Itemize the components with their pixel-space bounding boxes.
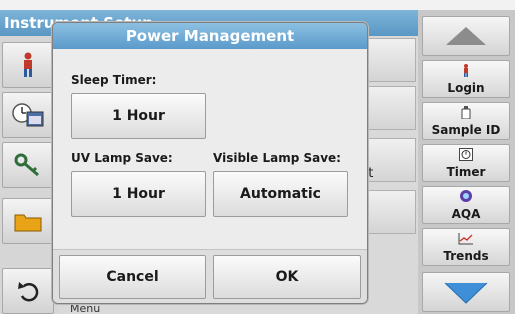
visible-lamp-save-button[interactable]: Automatic [213,171,348,217]
dialog-title: Power Management [53,23,367,49]
sample-id-label: Sample ID [431,122,501,137]
instrument-screen: Instrument Setup nt Menu Login [0,0,515,314]
person-icon [462,63,470,81]
scroll-up-button[interactable] [422,16,510,56]
back-icon[interactable] [2,268,54,314]
chevron-down-icon [444,282,488,304]
ok-button[interactable]: OK [213,255,361,299]
visible-lamp-save-label: Visible Lamp Save: [213,151,341,165]
clock-calendar-icon [2,92,54,138]
timer-icon [459,147,473,165]
aqa-button[interactable]: AQA [422,186,510,224]
trends-label: Trends [443,248,489,263]
timer-label: Timer [446,164,486,179]
trends-button[interactable]: Trends [422,228,510,266]
cancel-button[interactable]: Cancel [59,255,206,299]
aqa-label: AQA [451,207,481,221]
aqa-icon [459,189,473,207]
uv-lamp-save-label: UV Lamp Save: [71,151,173,165]
background-left-toolbar [0,36,58,314]
bottle-icon [461,105,471,123]
triangle-up-icon [446,27,486,45]
uv-lamp-save-button[interactable]: 1 Hour [71,171,206,217]
folder-icon [2,198,54,244]
sleep-timer-label: Sleep Timer: [71,73,157,87]
login-button[interactable]: Login [422,60,510,98]
operator-icon [2,42,54,88]
chart-icon [458,232,474,249]
sample-id-button[interactable]: Sample ID [422,102,510,140]
sleep-timer-button[interactable]: 1 Hour [71,93,206,139]
timer-button[interactable]: Timer [422,144,510,182]
right-sidebar: Login Sample ID Timer AQA Trends [418,10,515,314]
scroll-down-button[interactable] [422,272,510,312]
power-management-dialog: Power Management Sleep Timer: 1 Hour UV … [52,22,368,304]
login-label: Login [447,80,485,95]
key-icon [2,142,54,188]
